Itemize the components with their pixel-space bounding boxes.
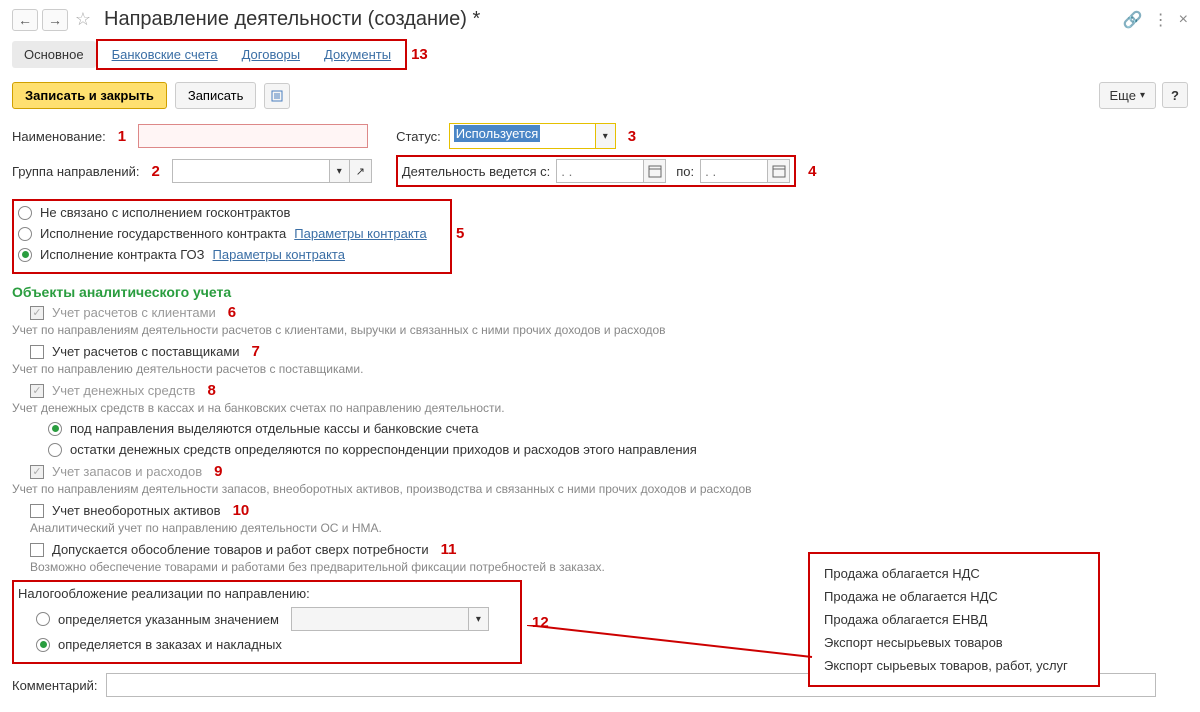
isolation-check-label: Допускается обособление товаров и работ … xyxy=(52,542,429,557)
status-dropdown-button[interactable]: ▾ xyxy=(595,124,615,148)
annotation-3: 3 xyxy=(624,128,640,145)
more-button[interactable]: Еще▾ xyxy=(1099,82,1156,109)
popup-item-3[interactable]: Продажа облагается ЕНВД xyxy=(824,608,1084,631)
save-button[interactable]: Записать xyxy=(175,82,257,109)
cash-radio-1[interactable] xyxy=(48,422,62,436)
annotation-4: 4 xyxy=(804,163,820,180)
suppliers-desc: Учет по направлению деятельности расчето… xyxy=(12,362,1188,376)
group-input[interactable] xyxy=(172,159,330,183)
radio-gov-contract-label: Исполнение государственного контракта xyxy=(40,226,286,241)
popup-item-5[interactable]: Экспорт сырьевых товаров, работ, услуг xyxy=(824,654,1084,677)
page-title: Направление деятельности (создание) * xyxy=(104,8,480,31)
noncurrent-check-label: Учет внеоборотных активов xyxy=(52,503,221,518)
name-label: Наименование: xyxy=(12,129,106,144)
tab-main[interactable]: Основное xyxy=(12,41,96,68)
star-icon[interactable]: ☆ xyxy=(72,9,94,31)
popup-item-2[interactable]: Продажа не облагается НДС xyxy=(824,585,1084,608)
cash-check: ✓ xyxy=(30,384,44,398)
help-button[interactable]: ? xyxy=(1162,82,1188,108)
stock-desc: Учет по направлениям деятельности запасо… xyxy=(12,482,1188,496)
header-toolbar: ← → ☆ Направление деятельности (создание… xyxy=(12,8,1188,31)
annotation-6: 6 xyxy=(224,304,240,321)
comment-label: Комментарий: xyxy=(12,678,98,693)
kebab-icon[interactable]: ⋮ xyxy=(1153,10,1169,30)
annotation-1: 1 xyxy=(114,128,130,145)
tabs-bar: Основное Банковские счета Договоры Докум… xyxy=(12,39,1188,70)
link-icon[interactable]: 🔗 xyxy=(1123,10,1143,30)
to-label: по: xyxy=(676,164,694,179)
annotation-10: 10 xyxy=(229,502,254,519)
gov-contract-params-link[interactable]: Параметры контракта xyxy=(294,226,426,241)
date-to-cal-button[interactable] xyxy=(768,159,790,183)
cash-radio-1-label: под направления выделяются отдельные кас… xyxy=(70,421,479,436)
group-label: Группа направлений: xyxy=(12,164,139,179)
group-dropdown-button[interactable]: ▾ xyxy=(330,159,350,183)
tax-value-dropdown[interactable]: ▾ xyxy=(469,607,489,631)
cash-desc: Учет денежных средств в кассах и на банк… xyxy=(12,401,1188,415)
suppliers-check-label: Учет расчетов с поставщиками xyxy=(52,344,240,359)
save-close-button[interactable]: Записать и закрыть xyxy=(12,82,167,109)
radio-goz-contract-label: Исполнение контракта ГОЗ xyxy=(40,247,205,262)
annotation-11: 11 xyxy=(437,541,461,558)
close-icon[interactable]: × xyxy=(1179,11,1188,29)
tab-docs[interactable]: Документы xyxy=(312,41,403,68)
status-label: Статус: xyxy=(396,129,441,144)
suppliers-check[interactable] xyxy=(30,345,44,359)
cash-radio-2-label: остатки денежных средств определяются по… xyxy=(70,442,697,457)
noncurrent-desc: Аналитический учет по направлению деятел… xyxy=(30,521,1188,535)
clients-check: ✓ xyxy=(30,306,44,320)
cash-check-label: Учет денежных средств xyxy=(52,383,195,398)
annotation-5: 5 xyxy=(452,225,468,242)
tax-radio-1-label: определяется указанным значением xyxy=(58,612,279,627)
activity-from-label: Деятельность ведется с: xyxy=(402,164,550,179)
tax-options-popup: Продажа облагается НДС Продажа не облага… xyxy=(808,552,1100,687)
clients-check-label: Учет расчетов с клиентами xyxy=(52,305,216,320)
radio-gov-contract[interactable] xyxy=(18,227,32,241)
list-icon-button[interactable] xyxy=(264,83,290,109)
annotation-13: 13 xyxy=(407,46,432,63)
forward-button[interactable]: → xyxy=(42,9,68,31)
stock-check: ✓ xyxy=(30,465,44,479)
analytics-section-title: Объекты аналитического учета xyxy=(12,284,1188,300)
goz-contract-params-link[interactable]: Параметры контракта xyxy=(213,247,345,262)
tab-bank[interactable]: Банковские счета xyxy=(100,41,230,68)
name-input[interactable] xyxy=(138,124,368,148)
radio-no-contract-label: Не связано с исполнением госконтрактов xyxy=(40,205,290,220)
date-from-input[interactable] xyxy=(556,159,644,183)
tax-value-input[interactable] xyxy=(291,607,469,631)
clients-desc: Учет по направлениям деятельности расчет… xyxy=(12,323,1188,337)
radio-no-contract[interactable] xyxy=(18,206,32,220)
annotation-12: 12 xyxy=(528,614,553,631)
radio-goz-contract[interactable] xyxy=(18,248,32,262)
annotation-2: 2 xyxy=(147,163,163,180)
cash-radio-2[interactable] xyxy=(48,443,62,457)
tax-title: Налогообложение реализации по направлени… xyxy=(18,586,514,601)
popup-item-4[interactable]: Экспорт несырьевых товаров xyxy=(824,631,1084,654)
back-button[interactable]: ← xyxy=(12,9,38,31)
annotation-9: 9 xyxy=(210,463,226,480)
tax-radio-2[interactable] xyxy=(36,638,50,652)
noncurrent-check[interactable] xyxy=(30,504,44,518)
annotation-8: 8 xyxy=(203,382,219,399)
stock-check-label: Учет запасов и расходов xyxy=(52,464,202,479)
popup-item-1[interactable]: Продажа облагается НДС xyxy=(824,562,1084,585)
tab-contracts[interactable]: Договоры xyxy=(230,41,312,68)
tax-radio-1[interactable] xyxy=(36,612,50,626)
group-open-button[interactable]: ↗ xyxy=(350,159,372,183)
status-input[interactable]: Используется xyxy=(450,124,595,146)
annotation-7: 7 xyxy=(248,343,264,360)
date-to-input[interactable] xyxy=(700,159,768,183)
isolation-check[interactable] xyxy=(30,543,44,557)
tax-radio-2-label: определяется в заказах и накладных xyxy=(58,637,282,652)
date-from-cal-button[interactable] xyxy=(644,159,666,183)
contract-group: Не связано с исполнением госконтрактов И… xyxy=(12,199,452,274)
action-bar: Записать и закрыть Записать Еще▾ ? xyxy=(12,82,1188,109)
